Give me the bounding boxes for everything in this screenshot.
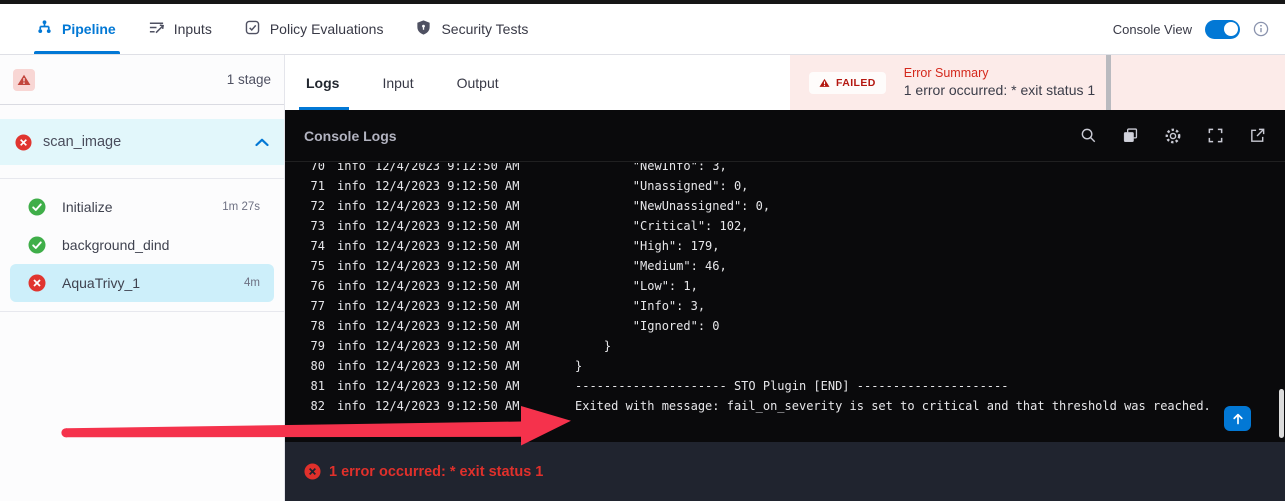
console-scrollbar-thumb[interactable] xyxy=(1279,389,1284,438)
inputs-icon xyxy=(148,19,165,39)
policy-check-icon xyxy=(244,19,261,39)
failed-badge-label: FAILED xyxy=(836,77,876,89)
step-list: Initialize 1m 27s background_dind Aq xyxy=(0,178,284,312)
error-summary-message: 1 error occurred: * exit status 1 xyxy=(904,81,1095,100)
log-line: 76info12/4/2023 9:12:50 AM "Low": 1, xyxy=(305,276,1285,296)
search-icon[interactable] xyxy=(1080,127,1097,144)
open-in-new-icon[interactable] xyxy=(1249,127,1266,144)
error-circle-icon xyxy=(304,463,321,480)
success-status-icon xyxy=(28,198,46,216)
error-summary-scrollbar[interactable] xyxy=(1106,55,1111,110)
settings-icon[interactable] xyxy=(1164,127,1182,145)
nav-tabs: Pipeline Inputs Policy Evaluations xyxy=(34,4,544,54)
tab-inputs[interactable]: Inputs xyxy=(132,4,228,54)
arrow-up-icon xyxy=(1232,413,1244,425)
console-logs-title: Console Logs xyxy=(304,128,397,144)
pipeline-icon xyxy=(36,19,53,39)
chevron-up-icon[interactable] xyxy=(255,138,269,147)
log-line: 78info12/4/2023 9:12:50 AM "Ignored": 0 xyxy=(305,316,1285,336)
stage-summary-header: 1 stage xyxy=(0,55,284,105)
log-line: 81info12/4/2023 9:12:50 AM--------------… xyxy=(305,376,1285,396)
step-name: Initialize xyxy=(62,199,113,215)
log-panel-tabs: Logs Input Output FAILED Error Summary 1… xyxy=(285,55,1285,110)
step-name: AquaTrivy_1 xyxy=(62,275,140,291)
log-line: 74info12/4/2023 9:12:50 AM "High": 179, xyxy=(305,236,1285,256)
tab-security-tests[interactable]: Security Tests xyxy=(399,4,544,54)
stage-count: 1 stage xyxy=(227,72,271,87)
log-line: 70info12/4/2023 9:12:50 AM "NewInfo": 3, xyxy=(305,163,1285,176)
step-duration: 1m 27s xyxy=(222,201,260,213)
tab-pipeline-label: Pipeline xyxy=(62,21,116,37)
shield-icon xyxy=(415,19,432,39)
tab-policy-evaluations[interactable]: Policy Evaluations xyxy=(228,4,400,54)
tab-logs-label: Logs xyxy=(306,75,339,91)
copy-icon[interactable] xyxy=(1122,127,1139,144)
error-footer-bar: 1 error occurred: * exit status 1 xyxy=(285,442,1285,501)
footer-error-message: 1 error occurred: * exit status 1 xyxy=(329,464,543,480)
failed-status-icon xyxy=(28,274,46,292)
console-view-label: Console View xyxy=(1113,22,1192,37)
error-summary-title: Error Summary xyxy=(904,65,1095,82)
nav-right-controls: Console View xyxy=(1113,4,1269,54)
tab-output[interactable]: Output xyxy=(457,55,499,110)
log-line: 71info12/4/2023 9:12:50 AM "Unassigned":… xyxy=(305,176,1285,196)
failed-badge: FAILED xyxy=(809,72,886,94)
console-log-lines: 70info12/4/2023 9:12:50 AM "NewInfo": 3,… xyxy=(305,163,1285,416)
console-logs-panel: Console Logs xyxy=(285,110,1285,442)
info-icon[interactable] xyxy=(1253,21,1269,37)
top-nav: Pipeline Inputs Policy Evaluations xyxy=(0,4,1285,55)
tab-input-label: Input xyxy=(382,75,413,91)
log-line: 80info12/4/2023 9:12:50 AM} xyxy=(305,356,1285,376)
log-line: 82info12/4/2023 9:12:50 AMExited with me… xyxy=(305,396,1285,416)
log-line: 72info12/4/2023 9:12:50 AM "NewUnassigne… xyxy=(305,196,1285,216)
step-background-dind[interactable]: background_dind xyxy=(10,226,274,264)
step-name: background_dind xyxy=(62,237,169,253)
execution-sidebar: 1 stage scan_image Initialize xyxy=(0,55,285,501)
error-summary-banner: FAILED Error Summary 1 error occurred: *… xyxy=(790,55,1285,110)
step-duration: 4m xyxy=(244,277,260,289)
failed-status-icon xyxy=(15,134,32,151)
warning-triangle-icon xyxy=(819,78,830,88)
tab-security-tests-label: Security Tests xyxy=(441,21,528,37)
tab-input[interactable]: Input xyxy=(382,55,413,110)
log-line: 79info12/4/2023 9:12:50 AM } xyxy=(305,336,1285,356)
step-initialize[interactable]: Initialize 1m 27s xyxy=(10,188,274,226)
tab-pipeline[interactable]: Pipeline xyxy=(34,4,132,54)
log-line: 73info12/4/2023 9:12:50 AM "Critical": 1… xyxy=(305,216,1285,236)
log-line: 77info12/4/2023 9:12:50 AM "Info": 3, xyxy=(305,296,1285,316)
tab-output-label: Output xyxy=(457,75,499,91)
console-logs-header: Console Logs xyxy=(285,110,1285,162)
stage-name: scan_image xyxy=(43,134,121,150)
log-panel: Logs Input Output FAILED Error Summary 1… xyxy=(285,55,1285,501)
tab-inputs-label: Inputs xyxy=(174,21,212,37)
step-aquatrivy-1[interactable]: AquaTrivy_1 4m xyxy=(10,264,274,302)
success-status-icon xyxy=(28,236,46,254)
scroll-to-top-button[interactable] xyxy=(1224,406,1251,431)
stage-row-scan-image[interactable]: scan_image xyxy=(0,119,284,165)
failed-stage-warning-icon xyxy=(13,69,35,91)
tab-logs[interactable]: Logs xyxy=(306,55,339,110)
expand-icon[interactable] xyxy=(1207,127,1224,144)
log-line: 75info12/4/2023 9:12:50 AM "Medium": 46, xyxy=(305,256,1285,276)
tab-policy-evaluations-label: Policy Evaluations xyxy=(270,21,384,37)
console-log-viewport: 70info12/4/2023 9:12:50 AM "NewInfo": 3,… xyxy=(285,163,1285,439)
console-view-toggle[interactable] xyxy=(1205,20,1240,39)
